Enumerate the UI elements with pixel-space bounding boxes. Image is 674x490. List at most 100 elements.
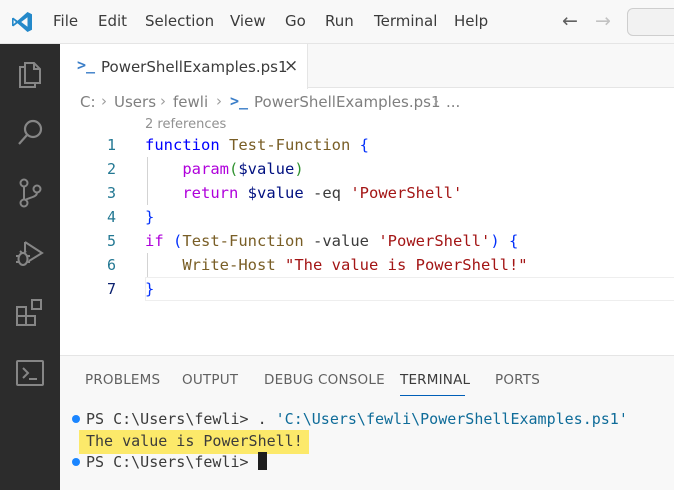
code-text: if (Test-Function -value 'PowerShell') { [145,229,518,253]
powershell-file-icon: >_ [77,56,96,74]
breadcrumb-separator: › [433,92,439,110]
menu-go[interactable]: Go [285,12,306,30]
terminal-line-command[interactable]: PS C:\Users\fewli> . 'C:\Users\fewli\Pow… [72,408,628,430]
code-token: Test-Function [182,232,304,250]
tab-label: PowerShellExamples.ps1 [101,58,288,76]
code-token: } [145,208,155,226]
line-number: 1 [106,136,116,154]
explorer-icon[interactable] [13,56,47,90]
code-token: 'PowerShell' [350,184,463,202]
code-text: Write-Host "The value is PowerShell!" [145,253,528,277]
line-number: 5 [106,232,116,250]
breadcrumb-separator: › [101,92,107,110]
terminal-icon[interactable] [13,356,47,390]
code-token: param [182,160,229,178]
code-text: } [145,205,154,229]
code-text: param($value) [145,157,304,181]
code-token: $value [238,160,295,178]
code-line[interactable]: 4} [60,205,674,229]
line-number: 4 [106,208,116,226]
run-debug-icon[interactable] [13,236,47,270]
vscode-logo-icon[interactable] [10,10,34,34]
line-number: 2 [106,160,116,178]
line-number: 7 [106,280,116,298]
terminal-line-prompt[interactable]: PS C:\Users\fewli> [72,451,267,473]
code-token: ) [294,160,304,178]
breadcrumb-separator: › [216,92,222,110]
breadcrumb-fewli[interactable]: fewli [173,93,208,111]
tab-ports[interactable]: PORTS [495,372,540,388]
tab-output[interactable]: OUTPUT [182,372,238,388]
code-editor[interactable]: 2 references 1 function Test-Function {2 … [60,113,674,355]
tab-debug-console[interactable]: DEBUG CONSOLE [264,372,385,388]
code-line[interactable]: 5 if (Test-Function -value 'PowerShell') … [60,229,674,253]
close-icon[interactable]: × [284,56,298,76]
code-token: ( [173,232,183,250]
breadcrumb-drive[interactable]: C: [80,93,96,111]
editor-tab-bar: >_ PowerShellExamples.ps1 × [60,44,674,89]
code-line[interactable]: 7} [60,277,674,301]
code-token: 'PowerShell' [378,232,491,250]
tab-problems[interactable]: PROBLEMS [85,372,160,388]
tab-powershell-examples[interactable]: >_ PowerShellExamples.ps1 × [60,44,308,89]
menu-help[interactable]: Help [454,12,488,30]
code-token: if [145,232,164,250]
code-line[interactable]: 2 param($value) [60,157,674,181]
search-icon[interactable] [13,116,47,150]
extensions-icon[interactable] [13,296,47,330]
code-token: "The value is PowerShell!" [285,256,528,274]
code-token: -value [303,232,379,250]
menu-view[interactable]: View [230,12,266,30]
terminal-line-output[interactable]: The value is PowerShell! [86,430,303,452]
code-line[interactable]: 3 return $value -eq 'PowerShell' [60,181,674,205]
code-token: ( [229,160,239,178]
arrow-right-icon[interactable]: → [595,11,611,31]
codelens-references[interactable]: 2 references [145,117,226,132]
code-token: return [182,184,239,202]
terminal-cursor [257,452,267,470]
code-token: { [509,232,519,250]
code-text: return $value -eq 'PowerShell' [145,181,462,205]
title-bar: File Edit Selection View Go Run Terminal… [0,0,674,44]
code-token: $value [247,184,304,202]
code-token: ) [490,232,500,250]
source-control-icon[interactable] [13,176,47,210]
menu-run[interactable]: Run [325,12,354,30]
line-number: 6 [106,256,116,274]
code-token: -eq [303,184,351,202]
menu-selection[interactable]: Selection [145,12,214,30]
menu-terminal[interactable]: Terminal [374,12,437,30]
active-tab-indicator [400,395,465,396]
code-line[interactable]: 6 Write-Host "The value is PowerShell!" [60,253,674,277]
menu-edit[interactable]: Edit [98,12,127,30]
circle-icon [72,458,80,466]
terminal-prompt: PS C:\Users\fewli> . [86,410,276,428]
breadcrumb-separator: › [160,92,166,110]
code-token: Write-Host [182,256,276,274]
command-center-search[interactable] [627,8,674,36]
code-token: function [145,136,220,154]
activity-bar [0,44,60,490]
bottom-panel: PROBLEMS OUTPUT DEBUG CONSOLE TERMINAL P… [60,355,674,490]
code-text: function Test-Function { [145,133,369,157]
powershell-file-icon: >_ [230,92,249,110]
tab-terminal[interactable]: TERMINAL [400,372,470,388]
arrow-left-icon[interactable]: ← [562,11,578,31]
circle-icon [72,415,80,423]
code-token: Test-Function [229,136,351,154]
breadcrumb-file[interactable]: PowerShellExamples.ps1 [254,93,440,111]
menu-file[interactable]: File [53,12,78,30]
terminal-script-path: 'C:\Users\fewli\PowerShellExamples.ps1' [275,410,628,428]
code-line[interactable]: 1 function Test-Function { [60,133,674,157]
code-token: { [359,136,370,154]
breadcrumb-users[interactable]: Users [114,93,156,111]
breadcrumb-more[interactable]: ... [446,93,460,111]
